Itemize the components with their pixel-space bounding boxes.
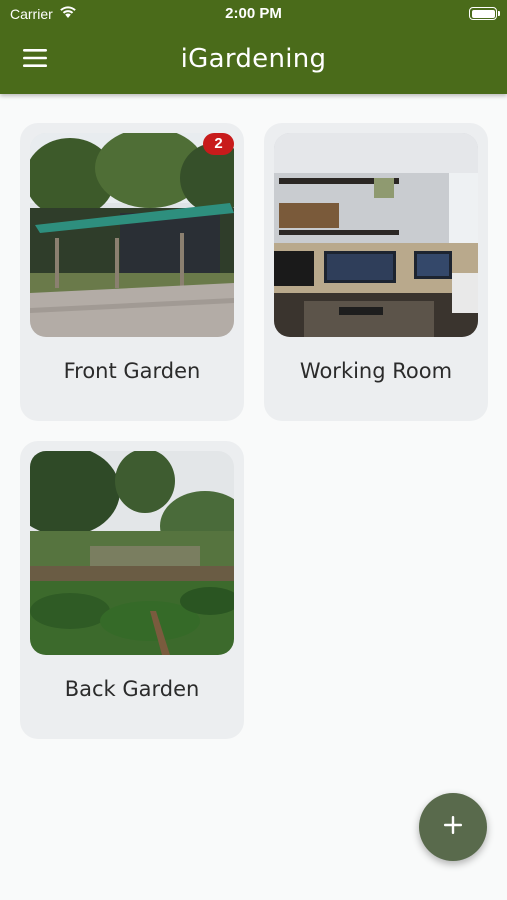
back-garden-photo [30, 451, 234, 655]
front-garden-photo [30, 133, 234, 337]
garden-card-front-garden[interactable]: 2 Front Garden [20, 123, 244, 421]
working-room-photo [274, 133, 478, 337]
garden-name: Front Garden [63, 359, 201, 383]
garden-name: Back Garden [64, 677, 200, 701]
garden-name: Working Room [299, 359, 453, 383]
page-title: iGardening [180, 44, 327, 74]
plus-icon [443, 815, 463, 839]
add-garden-button[interactable] [419, 793, 487, 861]
notification-badge: 2 [203, 133, 234, 155]
garden-card-back-garden[interactable]: Back Garden [20, 441, 244, 739]
battery-icon [469, 7, 500, 20]
garden-card-working-room[interactable]: Working Room [264, 123, 488, 421]
app-bar: iGardening [0, 30, 507, 90]
status-bar: Carrier 2:00 PM [0, 0, 507, 28]
header: Carrier 2:00 PM iGardening [0, 0, 507, 94]
status-time: 2:00 PM [225, 5, 282, 22]
